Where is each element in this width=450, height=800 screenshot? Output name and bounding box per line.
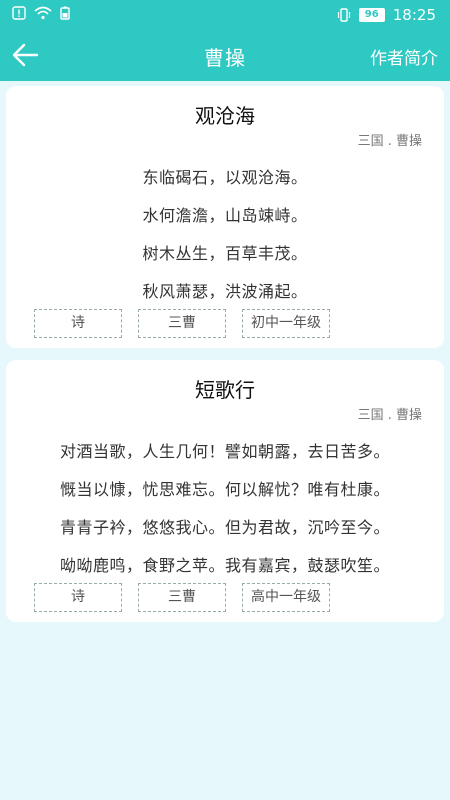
tag-group[interactable]: 三曹 [138, 309, 226, 338]
poem-line: 对酒当歌，人生几何！譬如朝露，去日苦多。 [59, 442, 390, 461]
poem-title: 短歌行 [195, 378, 255, 402]
poem-title: 观沧海 [195, 104, 255, 128]
status-bar: 96 18:25 [0, 0, 450, 30]
poem-line: 水何澹澹，山岛竦峙。 [142, 206, 308, 225]
poem-line: 慨当以慷，忧思难忘。何以解忧？唯有杜康。 [59, 480, 390, 499]
nav-bar: 曹操 作者简介 [0, 30, 450, 81]
poem-line: 秋风萧瑟，洪波涌起。 [142, 282, 308, 301]
tag-grade[interactable]: 初中一年级 [242, 309, 330, 338]
battery-saver-icon [60, 6, 70, 20]
poem-line: 东临碣石，以观沧海。 [142, 168, 308, 187]
poem-line: 青青子衿，悠悠我心。但为君故，沉吟至今。 [59, 518, 390, 537]
vibrate-icon [337, 8, 350, 22]
tag-genre[interactable]: 诗 [34, 583, 122, 612]
poem-line: 呦呦鹿鸣，食野之苹。我有嘉宾，鼓瑟吹笙。 [59, 556, 390, 575]
tag-group[interactable]: 三曹 [138, 583, 226, 612]
status-time: 18:25 [392, 6, 436, 24]
poem-line: 树木丛生，百草丰茂。 [142, 244, 308, 263]
poem-card[interactable]: 观沧海 三国 . 曹操 东临碣石，以观沧海。 水何澹澹，山岛竦峙。 树木丛生，百… [6, 86, 444, 348]
top-bar: 96 18:25 曹操 作者简介 [0, 0, 450, 81]
poem-card[interactable]: 短歌行 三国 . 曹操 对酒当歌，人生几何！譬如朝露，去日苦多。 慨当以慷，忧思… [6, 360, 444, 622]
author-intro-button[interactable]: 作者简介 [370, 44, 438, 69]
poem-author: 三国 . 曹操 [357, 134, 422, 149]
tag-genre[interactable]: 诗 [34, 309, 122, 338]
alert-icon [12, 6, 26, 20]
tag-grade[interactable]: 高中一年级 [242, 583, 330, 612]
wifi-icon [34, 6, 52, 20]
poem-author: 三国 . 曹操 [357, 408, 422, 423]
battery-icon: 96 [358, 8, 385, 22]
